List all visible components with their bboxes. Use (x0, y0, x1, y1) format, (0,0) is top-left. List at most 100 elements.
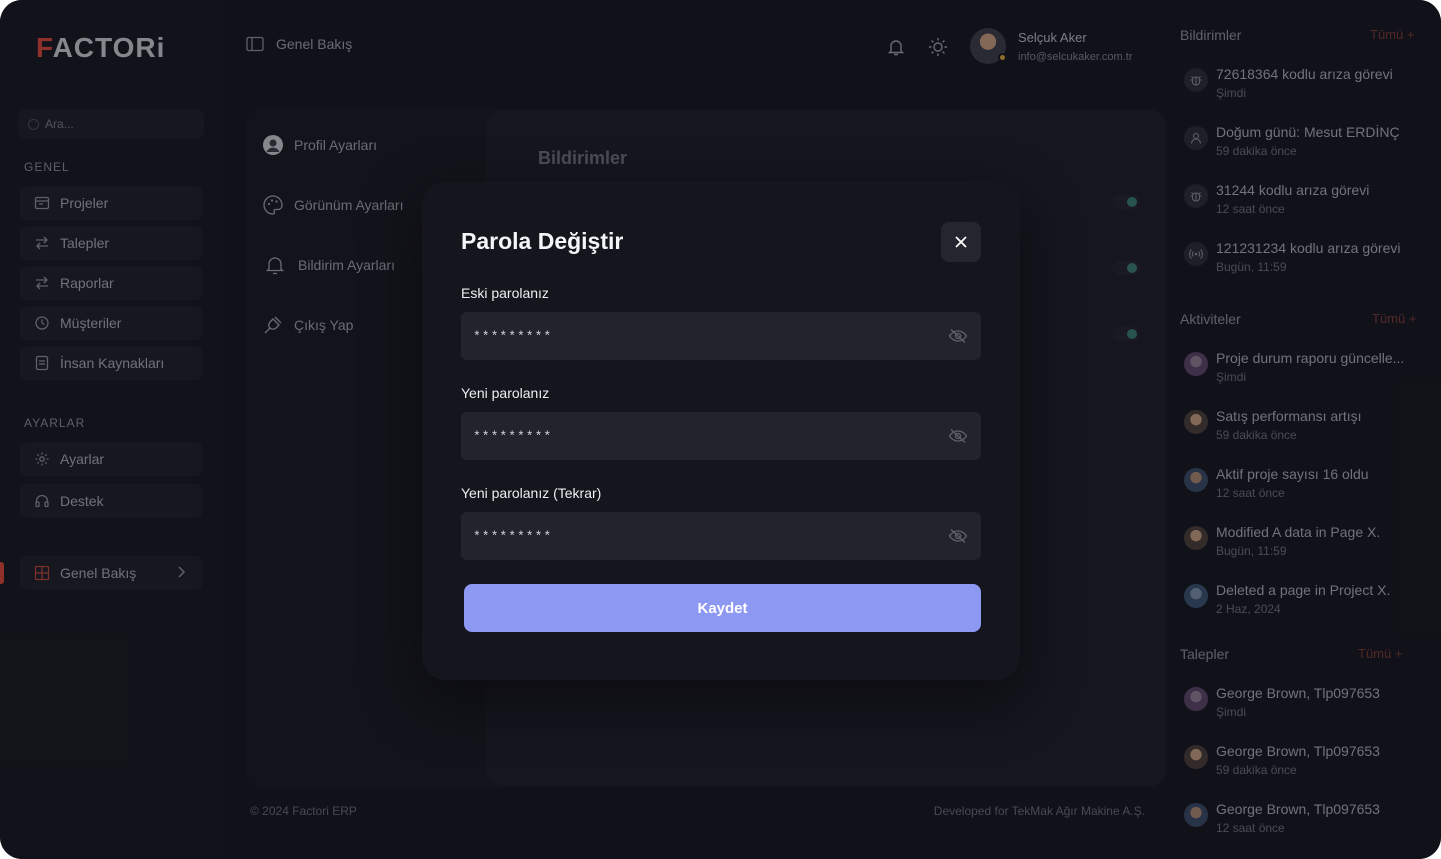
sidebar-toggle-icon[interactable] (246, 36, 264, 52)
settings-menu-label: Bildirim Ayarları (298, 257, 395, 273)
confirm-password-field[interactable] (461, 512, 981, 560)
app-window: FACTORi GENEL Projeler Talepler Raporlar… (0, 0, 1441, 859)
projects-icon (34, 196, 50, 210)
sidebar-item-hr[interactable]: İnsan Kaynakları (20, 346, 202, 380)
request-title: George Brown, Tlp097653 (1216, 743, 1380, 759)
sidebar-item-projects[interactable]: Projeler (20, 186, 202, 220)
settings-menu-logout[interactable]: Çıkış Yap (262, 314, 353, 336)
eye-off-icon[interactable] (947, 425, 969, 447)
notification-item[interactable]: 72618364 kodlu arıza görevi Şimdi (1184, 66, 1434, 112)
notification-title: 31244 kodlu arıza görevi (1216, 182, 1370, 198)
headset-icon (35, 494, 49, 508)
sidebar-item-reports[interactable]: Raporlar (20, 266, 202, 300)
activity-item[interactable]: Satış performansı artışı 59 dakika önce (1184, 408, 1434, 454)
activities-all-link[interactable]: Tümü + (1372, 311, 1416, 326)
active-indicator (0, 562, 4, 584)
settings-menu-profile[interactable]: Profil Ayarları (262, 134, 377, 156)
activity-avatar (1184, 584, 1208, 608)
request-title: George Brown, Tlp097653 (1216, 685, 1380, 701)
activity-time: 2 Haz, 2024 (1216, 602, 1281, 616)
notification-settings-title: Bildirimler (538, 148, 628, 168)
avatar[interactable] (970, 28, 1007, 64)
settings-menu-label: Çıkış Yap (294, 317, 354, 333)
activity-item[interactable]: Deleted a page in Project X. 2 Haz, 2024 (1184, 582, 1434, 628)
new-password-input[interactable] (473, 428, 947, 444)
request-time: Şimdi (1216, 705, 1247, 719)
sidebar-item-customers[interactable]: Müşteriler (20, 306, 202, 340)
footer-copyright: © 2024 Factori ERP (250, 804, 357, 818)
user-name: Selçuk Aker (1018, 30, 1087, 45)
confirm-password-input[interactable] (473, 528, 947, 544)
activity-item[interactable]: Proje durum raporu güncelle... Şimdi (1184, 350, 1434, 396)
sun-icon[interactable] (927, 36, 949, 58)
hr-icon (35, 355, 49, 371)
bell-icon[interactable] (886, 37, 906, 57)
activity-item[interactable]: Aktif proje sayısı 16 oldu 12 saat önce (1184, 466, 1434, 512)
activity-avatar (1184, 352, 1208, 376)
save-button[interactable]: Kaydet (464, 584, 981, 632)
activity-title: Proje durum raporu güncelle... (1216, 350, 1405, 366)
old-password-field[interactable] (461, 312, 981, 360)
activity-item[interactable]: Modified A data in Page X. Bugün, 11:59 (1184, 524, 1434, 570)
toggle-switch[interactable] (1112, 261, 1140, 275)
eye-off-icon[interactable] (947, 325, 969, 347)
notification-time: Bugün, 11:59 (1216, 260, 1287, 274)
footer-credit: Developed for TekMak Ağır Makine A.Ş. (933, 804, 1145, 818)
user-email: info@selcukaker.com.tr (1018, 51, 1133, 63)
notification-item[interactable]: 121231234 kodlu arıza görevi Bugün, 11:5… (1184, 240, 1434, 286)
sidebar-item-label: İnsan Kaynakları (60, 355, 165, 371)
eye-off-icon[interactable] (947, 525, 969, 547)
activity-title: Satış performansı artışı (1216, 408, 1362, 424)
search-box[interactable] (18, 110, 204, 138)
settings-menu-label: Profil Ayarları (294, 137, 377, 153)
grid-icon (34, 565, 50, 581)
bug-icon (1184, 184, 1208, 208)
activity-avatar (1184, 410, 1208, 434)
bell-icon (265, 257, 285, 275)
activity-avatar (1184, 468, 1208, 492)
sidebar-item-label: Genel Bakış (60, 565, 137, 581)
notifications-all-link[interactable]: Tümü + (1370, 27, 1414, 42)
customers-icon (35, 316, 49, 330)
new-password-label: Yeni parolanız (461, 385, 550, 401)
plug-icon (264, 316, 282, 334)
request-item[interactable]: George Brown, Tlp097653 59 dakika önce (1184, 743, 1434, 789)
search-input[interactable] (45, 117, 185, 131)
broadcast-icon (1184, 242, 1208, 266)
section-label-general: GENEL (24, 160, 70, 174)
notification-title: Doğum günü: Mesut ERDİNÇ (1216, 124, 1400, 140)
notification-time: 12 saat önce (1216, 202, 1285, 216)
notification-item[interactable]: Doğum günü: Mesut ERDİNÇ 59 dakika önce (1184, 124, 1434, 170)
sidebar-item-label: Müşteriler (60, 315, 122, 331)
activity-time: 59 dakika önce (1216, 428, 1297, 442)
settings-menu-appearance[interactable]: Görünüm Ayarları (262, 194, 403, 216)
requests-all-link[interactable]: Tümü + (1358, 646, 1402, 661)
sidebar-item-support[interactable]: Destek (20, 484, 202, 518)
header-breadcrumb: Genel Bakış (246, 36, 352, 52)
toggle-switch[interactable] (1112, 327, 1140, 341)
reports-icon (36, 276, 48, 290)
toggle-switch[interactable] (1112, 195, 1140, 209)
old-password-input[interactable] (473, 328, 947, 344)
activity-time: Bugün, 11:59 (1216, 544, 1287, 558)
activity-avatar (1184, 526, 1208, 550)
request-item[interactable]: George Brown, Tlp097653 Şimdi (1184, 685, 1434, 731)
new-password-field[interactable] (461, 412, 981, 460)
sidebar-item-requests[interactable]: Talepler (20, 226, 202, 260)
request-avatar (1184, 803, 1208, 827)
request-avatar (1184, 745, 1208, 769)
notification-item[interactable]: 31244 kodlu arıza görevi 12 saat önce (1184, 182, 1434, 228)
sidebar-item-settings[interactable]: Ayarlar (20, 442, 202, 476)
section-label-settings: AYARLAR (24, 416, 86, 430)
status-dot (998, 53, 1007, 62)
sidebar-item-overview[interactable]: Genel Bakış (20, 556, 202, 590)
request-item[interactable]: George Brown, Tlp097653 12 saat önce (1184, 801, 1434, 847)
activity-time: Şimdi (1216, 370, 1247, 384)
settings-menu-notifications[interactable]: Bildirim Ayarları (262, 254, 395, 276)
modal-title: Parola Değiştir (461, 228, 624, 254)
close-button[interactable] (941, 222, 981, 262)
logo: FACTORi (36, 32, 166, 63)
bug-icon (1184, 68, 1208, 92)
request-time: 59 dakika önce (1216, 763, 1297, 777)
sidebar-item-label: Talepler (60, 235, 110, 251)
